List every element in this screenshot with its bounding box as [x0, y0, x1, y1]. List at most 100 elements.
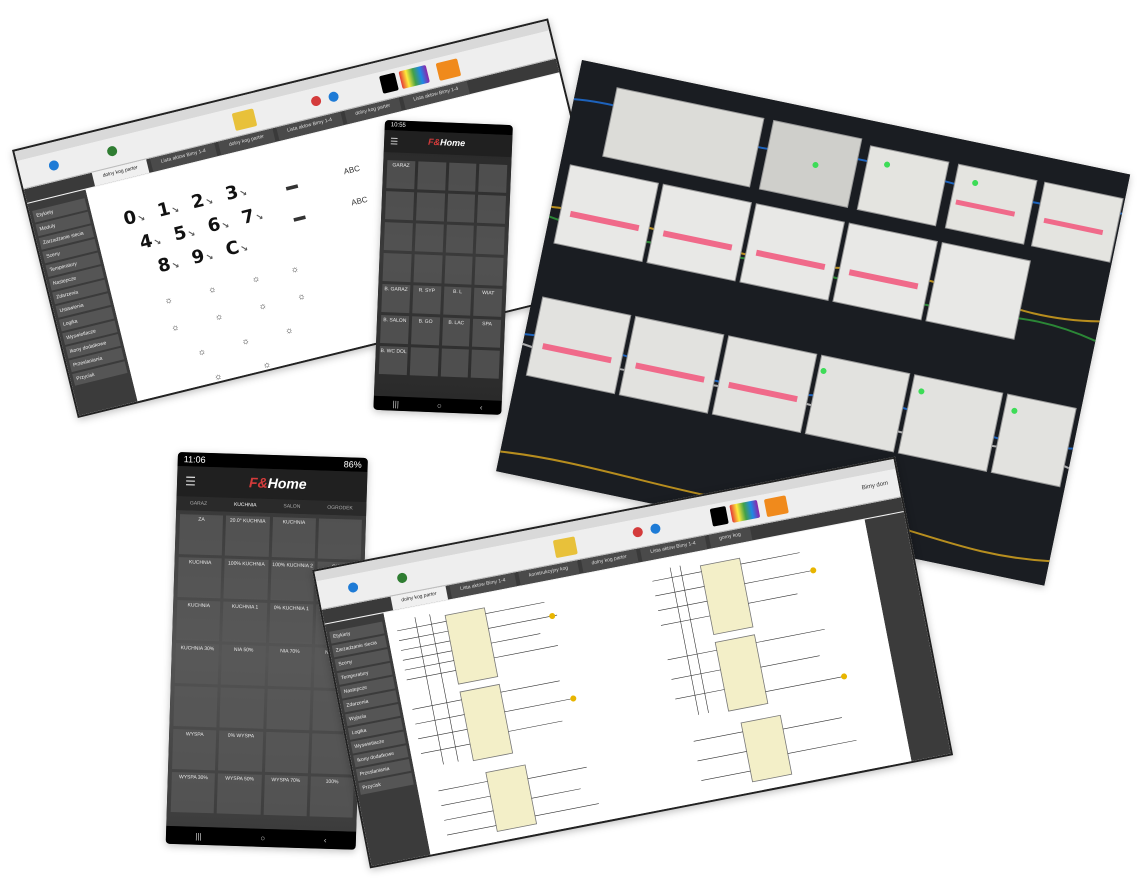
tab-kuchnia[interactable]: KUCHNIA	[234, 498, 257, 513]
control-tile[interactable]: B. GO	[410, 316, 440, 346]
tab-ogrodek[interactable]: OGRODEK	[327, 501, 353, 516]
lamp-symbol-icon: ☼	[206, 283, 218, 296]
control-tile[interactable]	[383, 222, 413, 252]
control-tile[interactable]: WIAT	[473, 287, 503, 317]
control-tile[interactable]	[447, 162, 477, 192]
color-palette[interactable]	[729, 499, 761, 523]
orange-tool-button[interactable]	[763, 495, 789, 518]
control-tile[interactable]	[413, 254, 443, 284]
control-tile[interactable]	[265, 688, 311, 731]
switch-symbol-icon: ▬	[284, 177, 299, 194]
tree-icon[interactable]	[106, 145, 119, 158]
control-tile[interactable]: WYSPA 70%	[263, 774, 308, 817]
recent-apps-icon[interactable]: |||	[195, 831, 202, 840]
control-tile[interactable]: B. LAC	[441, 317, 471, 347]
control-tile[interactable]	[219, 687, 265, 729]
red-stop-icon[interactable]	[310, 95, 323, 108]
control-tile[interactable]	[478, 163, 508, 193]
control-tile[interactable]	[443, 255, 473, 285]
blue-orb-icon[interactable]	[347, 581, 359, 594]
menu-icon[interactable]: ☰	[390, 136, 398, 147]
yellow-tool-button[interactable]	[231, 108, 258, 132]
control-tile[interactable]: B. L	[442, 286, 472, 316]
control-tile[interactable]: 100%	[309, 776, 354, 818]
blue-info-icon[interactable]	[327, 90, 340, 103]
control-tile[interactable]: KUCHNIA 1	[222, 601, 267, 643]
control-tile[interactable]: WYSPA	[172, 728, 217, 771]
control-tile[interactable]: WYSPA 50%	[216, 773, 262, 815]
lamp-symbol-icon: ☼	[169, 321, 181, 334]
abc-label: ABC	[350, 194, 369, 208]
digit-3: 3	[223, 180, 248, 205]
module-block-group	[444, 557, 793, 832]
battery-level: 86%	[343, 459, 362, 470]
digit-4: 4	[138, 228, 163, 253]
digit-1: 1	[155, 196, 180, 221]
home-icon[interactable]: ○	[260, 833, 265, 842]
control-tile[interactable]	[382, 253, 412, 283]
control-tile[interactable]	[415, 192, 445, 222]
control-tile[interactable]	[173, 686, 218, 728]
control-tile[interactable]	[264, 731, 309, 774]
control-tile[interactable]: R. SYP	[412, 285, 441, 315]
control-tile[interactable]: 100% KUCHNIA 2	[269, 559, 315, 602]
digit-7: 7	[240, 203, 265, 228]
red-stop-icon[interactable]	[631, 526, 644, 539]
digit-0: 0	[121, 205, 146, 230]
menu-icon[interactable]: ☰	[185, 474, 196, 488]
control-tile[interactable]: 0% WYSPA	[218, 730, 263, 772]
lamp-symbol-icon: ☼	[196, 345, 207, 358]
control-tile[interactable]: KUCHNIA 30%	[174, 643, 220, 685]
control-tile[interactable]: 100% KUCHNIA	[223, 558, 269, 600]
tile-grid: GARAZ B. GARAZ R. SYP B. L WIAT B. SALON B. GO…	[378, 160, 508, 379]
control-tile[interactable]	[475, 225, 505, 255]
control-tile[interactable]: B. SALON	[380, 315, 409, 345]
software-window-bottom: Bimy dom dolny kog parter Lista aktow Bi…	[312, 456, 954, 869]
abc-label: ABC	[342, 163, 361, 177]
control-tile[interactable]	[440, 348, 470, 378]
control-tile[interactable]: ZA	[178, 514, 224, 556]
tab-garaz[interactable]: GARAZ	[190, 496, 208, 511]
control-tile[interactable]: KUCHNIA	[177, 557, 222, 599]
control-tile[interactable]: B. WC DOL	[378, 345, 408, 376]
home-icon[interactable]: ○	[437, 401, 442, 410]
tree-icon[interactable]	[396, 572, 409, 584]
control-tile[interactable]	[416, 161, 446, 191]
control-tile[interactable]: GARAZ	[386, 160, 416, 190]
switch-symbol-icon: ▬	[291, 208, 307, 225]
blue-info-icon[interactable]	[649, 522, 662, 535]
control-tile[interactable]: 0% KUCHNIA 1	[268, 602, 314, 645]
back-icon[interactable]: ‹	[480, 403, 483, 412]
status-time: 11:06	[183, 454, 206, 465]
yellow-tool-button[interactable]	[552, 536, 578, 559]
color-swatch-black[interactable]	[379, 72, 399, 94]
back-icon[interactable]: ‹	[324, 835, 327, 844]
control-tile[interactable]	[445, 224, 475, 254]
blue-orb-icon[interactable]	[47, 159, 60, 172]
color-swatch-black[interactable]	[709, 505, 729, 527]
tab-salon[interactable]: SALON	[283, 499, 300, 514]
lamp-symbol-icon: ☼	[240, 334, 251, 347]
color-palette[interactable]	[398, 64, 430, 90]
control-tile[interactable]: NIA 50%	[220, 644, 266, 686]
control-tile[interactable]: SPA	[472, 318, 502, 348]
control-tile[interactable]: 20.0° KUCHNIA	[225, 515, 270, 557]
control-tile[interactable]	[474, 256, 504, 286]
control-tile[interactable]: KUCHNIA	[271, 517, 316, 559]
digit-2: 2	[189, 188, 214, 213]
digit-c: C	[224, 235, 250, 261]
control-tile[interactable]	[409, 347, 439, 377]
control-tile[interactable]	[470, 349, 500, 379]
control-tile[interactable]	[446, 193, 476, 223]
control-tile[interactable]	[477, 194, 507, 224]
control-tile[interactable]	[414, 223, 444, 253]
lamp-symbol-icon: ☼	[261, 358, 272, 371]
recent-apps-icon[interactable]: |||	[392, 399, 399, 408]
control-tile[interactable]	[317, 518, 362, 560]
orange-tool-button[interactable]	[435, 58, 462, 81]
control-tile[interactable]: WYSPA 30%	[170, 771, 216, 814]
control-tile[interactable]	[385, 191, 414, 221]
control-tile[interactable]: B. GARAZ	[381, 284, 411, 314]
control-tile[interactable]: KUCHNIA	[176, 600, 221, 642]
control-tile[interactable]: NIA 70%	[267, 645, 312, 688]
